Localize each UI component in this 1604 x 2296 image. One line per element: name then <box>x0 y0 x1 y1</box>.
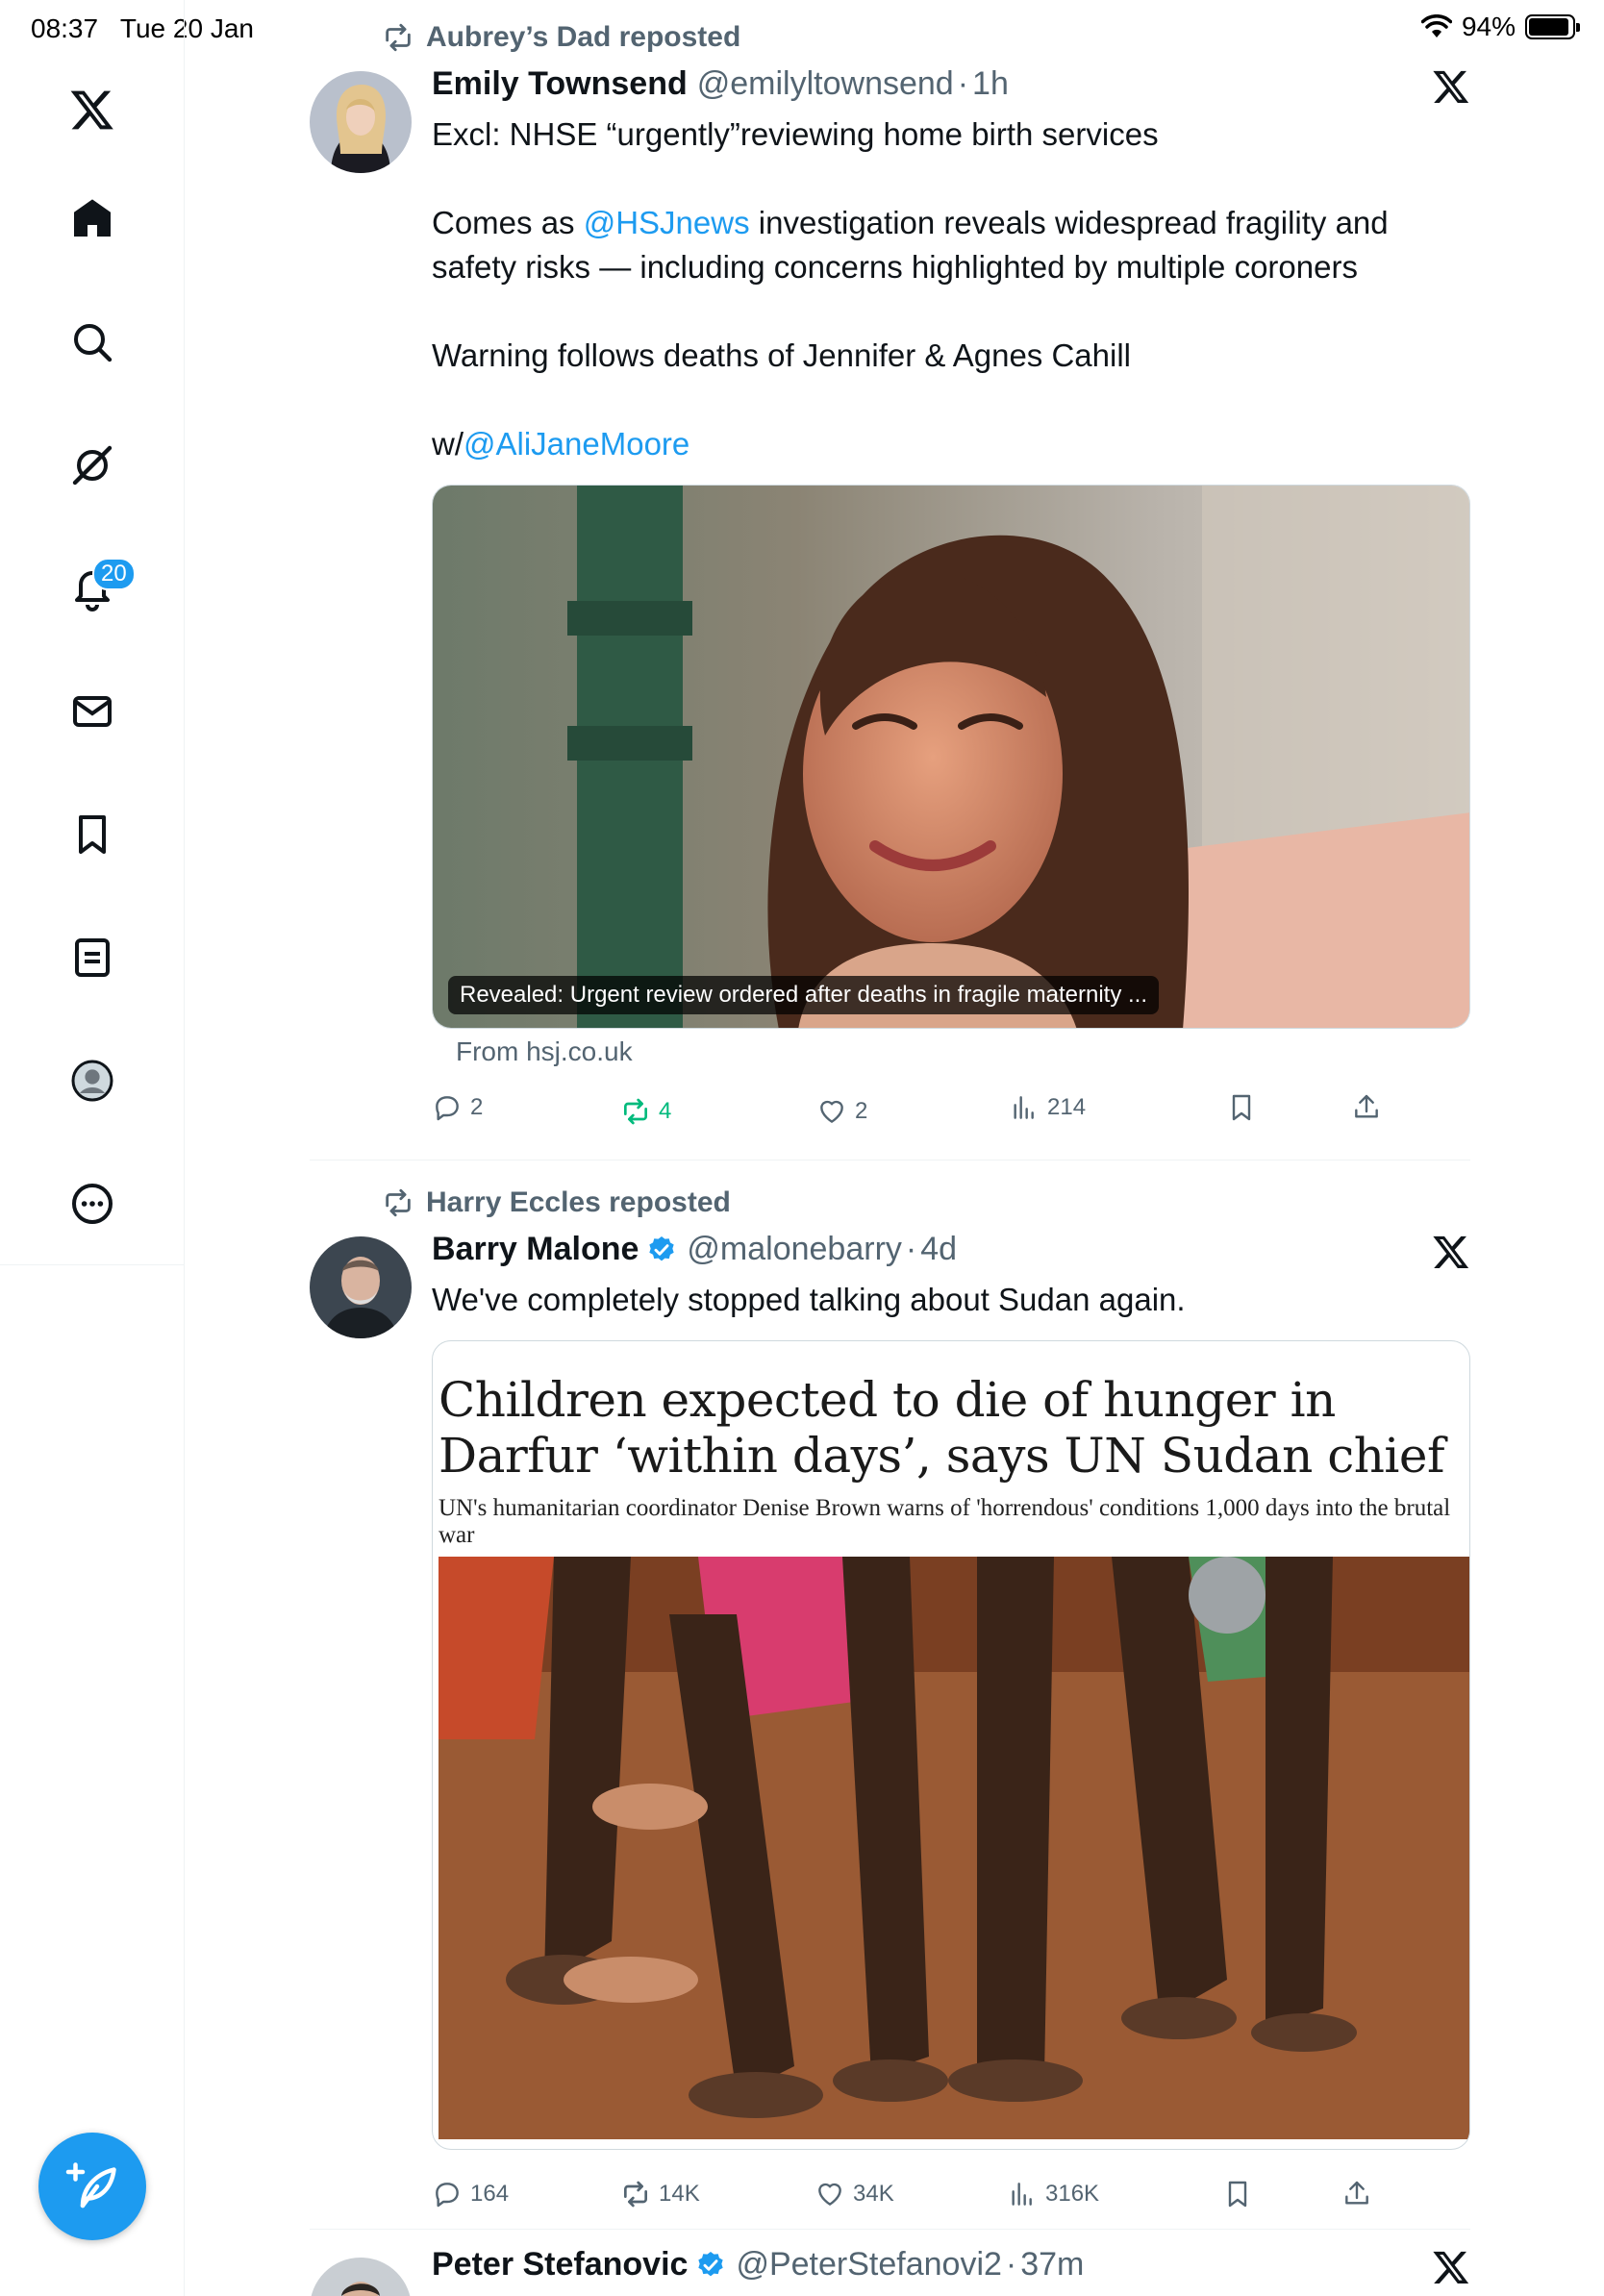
reply-icon <box>436 1096 459 1121</box>
post-time[interactable]: 37m <box>1020 2246 1084 2284</box>
reply-button[interactable]: 2 <box>432 1092 483 1123</box>
link-card-image[interactable]: Revealed: Urgent review ordered after de… <box>432 485 1470 1029</box>
author-handle[interactable]: @emilyltownsend <box>697 65 954 103</box>
home-icon[interactable] <box>58 185 127 254</box>
post-time[interactable]: 1h <box>972 65 1009 103</box>
avatar-icon[interactable] <box>58 1046 127 1115</box>
reply-icon <box>436 2183 459 2208</box>
reply-button[interactable]: 164 <box>432 2179 509 2209</box>
x-logo-icon <box>1433 70 1469 103</box>
envelope-icon[interactable] <box>58 677 127 746</box>
more-icon[interactable] <box>58 1169 127 1238</box>
share-button[interactable] <box>1351 1092 1382 1123</box>
post-divider <box>310 2229 1470 2230</box>
bookmark-button[interactable] <box>1226 1092 1257 1123</box>
repost-icon <box>386 23 411 52</box>
views-icon <box>1014 1096 1034 1119</box>
verified-badge-icon <box>698 2251 724 2276</box>
like-count: 34K <box>853 2181 894 2207</box>
article-screenshot[interactable]: Children expected to die of hunger in Da… <box>432 1340 1470 2150</box>
bookmark-icon <box>1232 1094 1251 1121</box>
x-logo-icon <box>1433 2251 1469 2284</box>
post-text: We've completely stopped talking about S… <box>432 1278 1470 1322</box>
author-handle[interactable]: @malonebarry <box>687 1231 902 1268</box>
repost-indicator: Aubrey’s Dad reposted <box>382 21 740 54</box>
avatar[interactable] <box>310 2258 412 2296</box>
bookmark-icon <box>1228 2181 1247 2208</box>
share-icon <box>1355 1094 1378 1118</box>
post-text-line: We've completely stopped talking about S… <box>432 1282 1186 1317</box>
repost-count: 4 <box>659 1098 672 1124</box>
sidebar: 20 <box>0 0 185 2296</box>
article-headline: Children expected to die of hunger in Da… <box>439 1372 1444 1484</box>
repost-icon <box>624 2181 647 2208</box>
reply-count: 2 <box>470 1094 484 1120</box>
like-count: 2 <box>855 1098 868 1124</box>
author-handle[interactable]: @PeterStefanovi2 <box>736 2246 1001 2284</box>
bookmark-icon[interactable] <box>58 800 127 869</box>
post-time[interactable]: 4d <box>920 1231 957 1268</box>
repost-label[interactable]: Harry Eccles reposted <box>426 1186 731 1219</box>
repost-label[interactable]: Aubrey’s Dad reposted <box>426 21 740 54</box>
repost-icon <box>386 1188 411 1217</box>
mention-link[interactable]: @HSJnews <box>584 205 750 240</box>
photo-childrens-legs <box>439 1557 1469 2139</box>
views-icon <box>1012 2183 1032 2206</box>
like-button[interactable]: 34K <box>815 2179 894 2209</box>
link-card-caption: Revealed: Urgent review ordered after de… <box>448 976 1160 1014</box>
repost-count: 14K <box>659 2181 700 2207</box>
post-text-line: Warning follows deaths of Jennifer & Agn… <box>432 337 1131 373</box>
views-count: 214 <box>1047 1094 1087 1120</box>
sidebar-divider <box>0 1264 185 1265</box>
share-button[interactable] <box>1341 2179 1372 2209</box>
post-text-line: Excl: NHSE “urgently”reviewing home birt… <box>432 116 1159 152</box>
author-name[interactable]: Peter Stefanovic <box>432 2246 688 2284</box>
post-actions: 164 14K 34K 316K <box>432 2179 1470 2217</box>
views-count: 316K <box>1045 2181 1100 2207</box>
avatar[interactable] <box>310 71 412 173</box>
post-text-paragraph: Comes as @HSJnews investigation reveals … <box>432 205 1389 285</box>
views-button[interactable]: 316K <box>1007 2179 1099 2209</box>
x-logo-icon <box>1433 1235 1469 1268</box>
heart-icon <box>818 2183 841 2206</box>
repost-button[interactable]: 4 <box>620 1096 671 1127</box>
mention-link[interactable]: @AliJaneMoore <box>464 426 689 462</box>
post-text-line: w/@AliJaneMoore <box>432 426 690 462</box>
compose-icon <box>65 2162 116 2209</box>
author-name[interactable]: Barry Malone <box>432 1231 639 1268</box>
separator-dot: · <box>1005 2246 1017 2283</box>
timeline: Aubrey’s Dad reposted Emily Townsend @em… <box>185 0 1604 2296</box>
compose-button[interactable] <box>38 2133 146 2240</box>
list-icon[interactable] <box>58 923 127 992</box>
separator-dot: · <box>905 1231 917 1267</box>
repost-icon <box>624 1098 647 1125</box>
grok-icon[interactable] <box>58 431 127 500</box>
post-actions: 2 4 2 214 <box>432 1092 1470 1131</box>
repost-button[interactable]: 14K <box>620 2179 700 2209</box>
bookmark-button[interactable] <box>1222 2179 1253 2209</box>
article-standfirst: UN's humanitarian coordinator Denise Bro… <box>439 1495 1451 1548</box>
post-header: Emily Townsend @emilyltownsend · 1h <box>432 65 1009 103</box>
views-button[interactable]: 214 <box>1009 1092 1086 1123</box>
verified-badge-icon <box>649 1235 675 1260</box>
repost-indicator: Harry Eccles reposted <box>382 1186 731 1219</box>
photo-woman-smiling <box>433 486 1469 1028</box>
like-button[interactable]: 2 <box>816 1096 867 1127</box>
notifications-badge: 20 <box>92 558 136 590</box>
post-header: Peter Stefanovic @PeterStefanovi2 · 37m <box>432 2246 1084 2284</box>
post-text: Excl: NHSE “urgently”reviewing home birt… <box>432 112 1470 466</box>
search-icon[interactable] <box>58 308 127 377</box>
link-source[interactable]: From hsj.co.uk <box>456 1036 633 1067</box>
post-header: Barry Malone @malonebarry · 4d <box>432 1231 957 1268</box>
share-icon <box>1345 2181 1368 2205</box>
reply-count: 164 <box>470 2181 510 2207</box>
author-name[interactable]: Emily Townsend <box>432 65 688 103</box>
avatar[interactable] <box>310 1236 412 1338</box>
bell-icon[interactable]: 20 <box>58 554 136 623</box>
separator-dot: · <box>957 65 969 102</box>
heart-icon <box>820 1100 843 1123</box>
x-logo-icon[interactable] <box>58 75 127 144</box>
